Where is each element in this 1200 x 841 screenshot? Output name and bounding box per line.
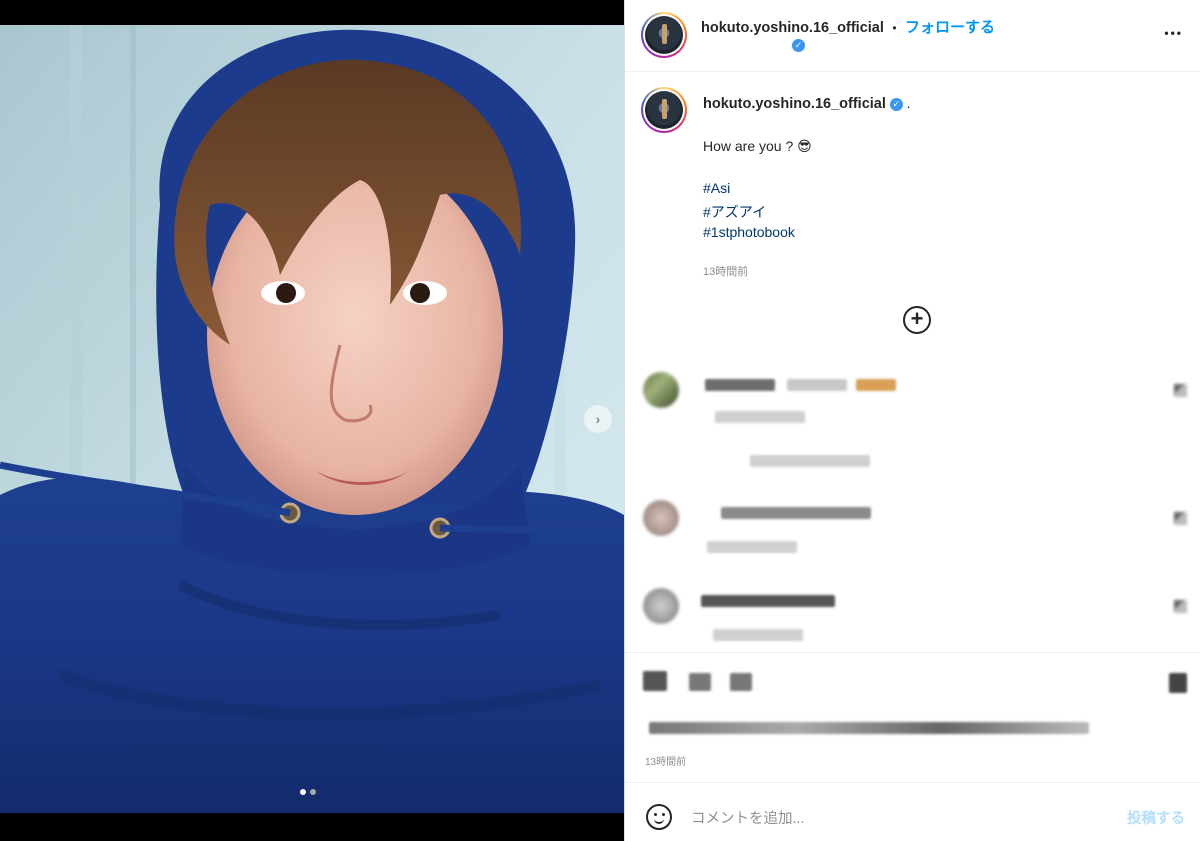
load-more-comments-button[interactable]: + — [903, 306, 931, 334]
blurred-likes — [649, 722, 1089, 734]
author-username[interactable]: hokuto.yoshino.16_official — [701, 20, 884, 36]
commenter-avatar[interactable] — [643, 500, 679, 536]
comment-bar: コメントを追加... 投稿する — [625, 782, 1200, 841]
like-comment-heart-icon[interactable] — [1174, 600, 1187, 613]
caption-avatar[interactable] — [641, 87, 687, 133]
blurred-emoji — [855, 379, 896, 391]
share-icon[interactable] — [729, 673, 752, 691]
carousel-indicator — [300, 789, 316, 795]
commenter-avatar[interactable] — [643, 372, 679, 408]
post-media: › — [0, 0, 624, 841]
blurred-view-replies — [750, 455, 870, 467]
sunglasses-emoji-icon: 😎 — [797, 138, 812, 154]
verified-badge-icon: ✓ — [889, 97, 903, 111]
post-side-panel: hokuto.yoshino.16_official • フォローする ✓ ••… — [624, 0, 1200, 841]
commenter-avatar[interactable] — [643, 588, 679, 624]
caption-line: How are you ? — [703, 138, 794, 154]
blurred-username — [705, 379, 775, 391]
caption-trailing: . — [906, 95, 911, 111]
blurred-comment — [721, 507, 871, 519]
post-comment-button[interactable]: 投稿する — [1127, 807, 1185, 828]
more-options-button[interactable]: ••• — [1164, 20, 1183, 43]
bookmark-icon[interactable] — [1169, 673, 1187, 693]
post-header: hokuto.yoshino.16_official • フォローする ✓ ••… — [625, 0, 1200, 72]
action-icons — [643, 671, 752, 696]
carousel-dot-2 — [310, 789, 316, 795]
caption-username[interactable]: hokuto.yoshino.16_official — [703, 96, 886, 112]
carousel-dot-1 — [300, 789, 306, 795]
hashtag-link[interactable]: #1stphotobook — [703, 224, 795, 240]
blurred-comment — [787, 379, 848, 391]
hashtag-link[interactable]: #Asi — [703, 180, 730, 196]
post-photo[interactable] — [0, 25, 624, 813]
heart-icon[interactable] — [643, 671, 667, 691]
header-separator: • — [892, 21, 897, 35]
blurred-meta — [707, 541, 797, 553]
profile-picture-icon — [645, 91, 683, 129]
hashtag-link[interactable]: #アズアイ — [703, 202, 766, 222]
blurred-meta — [715, 411, 805, 423]
carousel-next-button[interactable]: › — [584, 405, 612, 433]
comment-icon[interactable] — [689, 673, 712, 691]
verified-badge-icon: ✓ — [792, 39, 805, 53]
more-options-icon: ••• — [1164, 26, 1183, 40]
like-comment-heart-icon[interactable] — [1174, 384, 1187, 397]
emoji-picker-icon[interactable] — [646, 804, 672, 830]
comment-input[interactable]: コメントを追加... — [691, 807, 805, 828]
blurred-comment — [701, 595, 835, 607]
blurred-meta — [713, 629, 803, 641]
author-avatar[interactable] — [641, 12, 687, 58]
profile-picture-icon — [645, 16, 683, 54]
plus-circle-icon: + — [910, 306, 924, 331]
like-comment-heart-icon[interactable] — [1174, 512, 1187, 525]
post-timestamp: 13時間前 — [645, 757, 687, 768]
post-viewer: › hokuto.yoshino.16_official • フォローする ✓ … — [0, 0, 1200, 841]
chevron-right-icon: › — [595, 411, 601, 427]
caption-timestamp: 13時間前 — [703, 266, 749, 278]
follow-button[interactable]: フォローする — [905, 19, 995, 36]
